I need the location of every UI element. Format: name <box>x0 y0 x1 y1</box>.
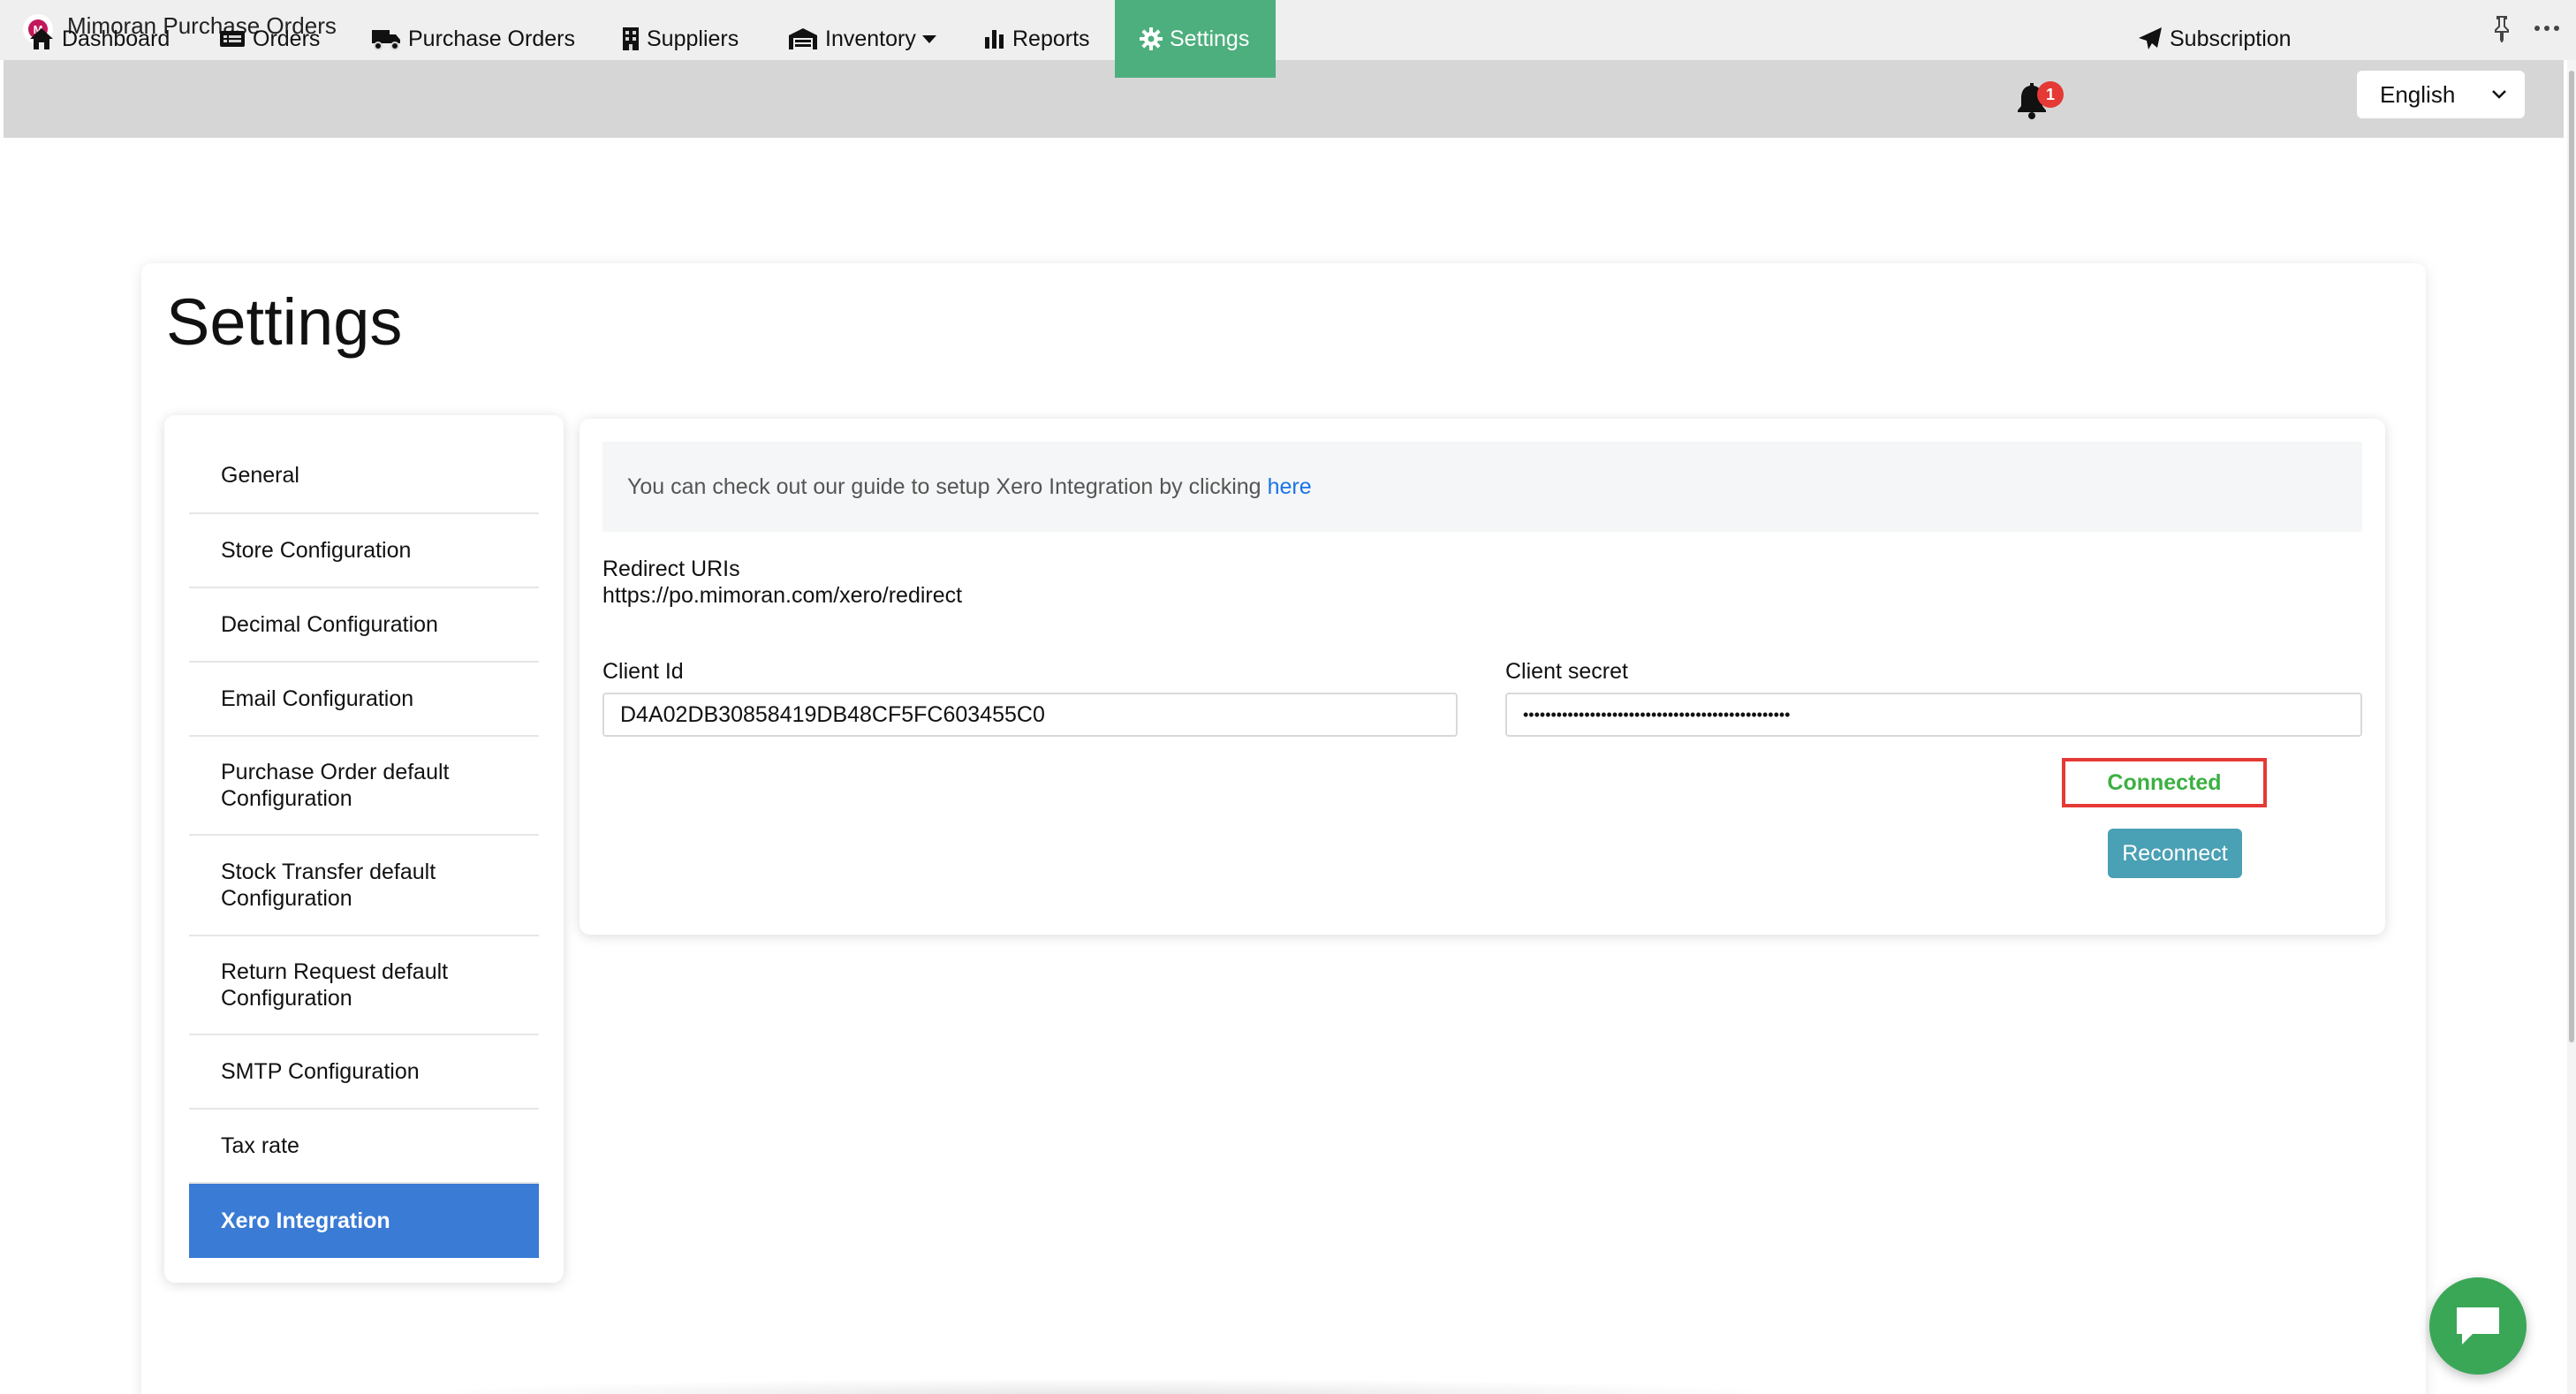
chat-icon <box>2457 1307 2499 1345</box>
pin-icon[interactable] <box>2489 14 2514 44</box>
sidebar-item-purchase-order-default[interactable]: Purchase Order default Configuration <box>189 737 539 836</box>
nav-subscription[interactable]: Subscription <box>2138 0 2292 78</box>
connection-status: Connected <box>2062 758 2267 807</box>
truck-icon <box>372 30 400 50</box>
nav-reports-label: Reports <box>1012 26 1090 51</box>
language-select[interactable]: English <box>2357 71 2525 118</box>
redirect-uris-label: Redirect URIs <box>602 557 740 581</box>
client-id-label: Client Id <box>602 659 684 684</box>
sidebar-item-email-configuration[interactable]: Email Configuration <box>189 663 539 737</box>
nav-settings[interactable]: Settings <box>1115 0 1276 78</box>
notification-count-badge: 1 <box>2037 81 2064 108</box>
nav-orders-label: Orders <box>253 26 321 51</box>
client-id-field[interactable]: D4A02DB30858419DB48CF5FC603455C0 <box>602 693 1458 737</box>
nav-suppliers-label: Suppliers <box>647 26 739 51</box>
nav-settings-label: Settings <box>1170 26 1250 51</box>
warehouse-icon <box>789 28 817 49</box>
sidebar-item-store-configuration[interactable]: Store Configuration <box>189 514 539 588</box>
nav-dashboard-label: Dashboard <box>62 26 170 51</box>
nav-orders[interactable]: Orders <box>219 0 320 78</box>
sidebar-item-general[interactable]: General <box>189 438 539 514</box>
sidebar-item-xero-integration[interactable]: Xero Integration <box>189 1184 539 1258</box>
reconnect-button[interactable]: Reconnect <box>2108 829 2242 878</box>
gear-icon <box>1140 27 1163 50</box>
nav-dashboard[interactable]: Dashboard <box>28 0 170 78</box>
nav-purchase-orders-label: Purchase Orders <box>408 26 575 51</box>
orders-icon <box>220 31 245 47</box>
building-icon <box>623 27 639 50</box>
caret-down-icon <box>921 35 936 43</box>
bar-chart-icon <box>985 30 1004 49</box>
xero-guide-notice: You can check out our guide to setup Xer… <box>602 442 2362 532</box>
chevron-down-icon <box>2492 90 2506 99</box>
sidebar-item-return-request-default[interactable]: Return Request default Configuration <box>189 936 539 1035</box>
nav-inventory[interactable]: Inventory <box>788 0 937 78</box>
nav-suppliers[interactable]: Suppliers <box>622 0 739 78</box>
chat-button[interactable] <box>2429 1277 2527 1375</box>
xero-guide-link[interactable]: here <box>1268 474 1312 500</box>
nav-purchase-orders[interactable]: Purchase Orders <box>371 0 575 78</box>
nav-inventory-label: Inventory <box>825 26 916 51</box>
nav-reports[interactable]: Reports <box>984 0 1090 78</box>
client-secret-field[interactable]: ••••••••••••••••••••••••••••••••••••••••… <box>1505 693 2362 737</box>
scrollbar-thumb[interactable] <box>2569 71 2574 1042</box>
home-icon <box>30 28 53 49</box>
page-title: Settings <box>166 285 403 359</box>
sidebar-item-decimal-configuration[interactable]: Decimal Configuration <box>189 588 539 663</box>
xero-guide-text: You can check out our guide to setup Xer… <box>627 474 1261 499</box>
bottom-fade <box>389 1378 1820 1394</box>
sidebar-item-stock-transfer-default[interactable]: Stock Transfer default Configuration <box>189 836 539 936</box>
language-select-value: English <box>2380 80 2456 108</box>
paper-plane-icon <box>2139 27 2162 49</box>
sidebar-item-tax-rate[interactable]: Tax rate <box>189 1110 539 1184</box>
sidebar-item-smtp-configuration[interactable]: SMTP Configuration <box>189 1035 539 1110</box>
redirect-uris-value: https://po.mimoran.com/xero/redirect <box>602 583 963 608</box>
nav-subscription-label: Subscription <box>2170 26 2292 51</box>
client-secret-label: Client secret <box>1505 659 1628 684</box>
more-options-icon[interactable] <box>2532 14 2562 42</box>
